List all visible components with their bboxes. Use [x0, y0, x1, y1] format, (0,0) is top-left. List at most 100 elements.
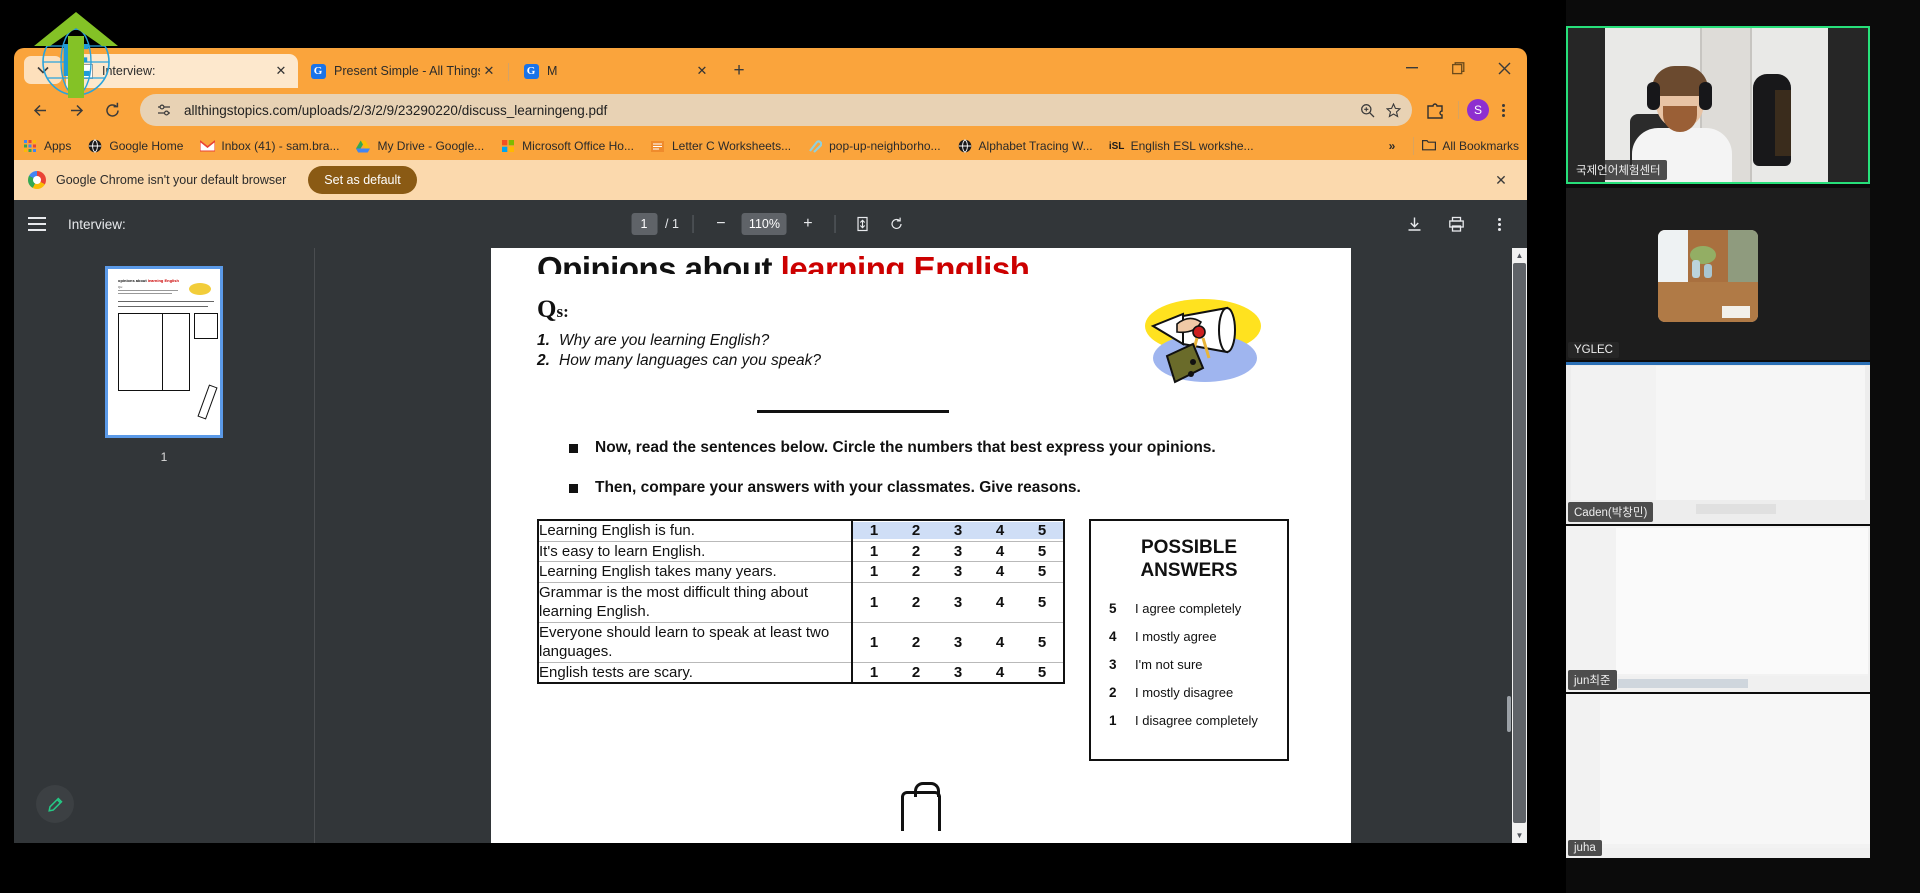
scale-option[interactable]: 3	[937, 594, 979, 611]
scale-cell[interactable]: 1 2 3 4 5	[852, 561, 1064, 583]
scale-option[interactable]: 2	[895, 543, 937, 560]
pencil-icon[interactable]	[36, 785, 74, 823]
pdf-more-button[interactable]	[1485, 210, 1513, 238]
scale-option[interactable]: 1	[853, 664, 895, 681]
pdf-scrollbar[interactable]: ▲ ▼	[1512, 248, 1527, 843]
scale-option[interactable]: 3	[937, 543, 979, 560]
zoom-out-button[interactable]: −	[708, 211, 734, 237]
answer-number: 5	[1109, 600, 1117, 616]
print-icon[interactable]	[1443, 211, 1469, 237]
minimize-button[interactable]	[1389, 50, 1435, 86]
table-row: Learning English is fun. 1 2 3 4 5	[538, 520, 1064, 542]
pane-resize-handle[interactable]	[1507, 696, 1511, 732]
star-icon[interactable]	[1380, 97, 1406, 123]
participant-tile-yglec[interactable]: YGLEC	[1566, 188, 1870, 360]
rotate-icon[interactable]	[884, 211, 910, 237]
scrollbar-thumb[interactable]	[1513, 263, 1526, 823]
scale-option[interactable]: 5	[1021, 563, 1063, 580]
bookmark-apps[interactable]: Apps	[22, 138, 71, 154]
close-icon[interactable]: ✕	[272, 62, 290, 80]
scale-option[interactable]: 2	[895, 594, 937, 611]
download-icon[interactable]	[1401, 211, 1427, 237]
scale-option[interactable]: 5	[1021, 664, 1063, 681]
scale-option[interactable]: 3	[937, 522, 979, 540]
new-tab-button[interactable]: +	[725, 57, 753, 85]
zoom-in-button[interactable]: +	[795, 211, 821, 237]
scale-option[interactable]: 5	[1021, 522, 1063, 540]
scale-option[interactable]: 2	[895, 563, 937, 580]
bookmark-google-home[interactable]: Google Home	[87, 138, 183, 154]
scale-cell[interactable]: 1 2 3 4 5	[852, 582, 1064, 623]
scale-option[interactable]: 1	[853, 563, 895, 580]
zoom-level-value[interactable]: 110%	[741, 213, 787, 235]
reload-button[interactable]	[96, 94, 128, 126]
pdf-thumbnail-pane: opinions about learning English Qs: 1	[14, 248, 314, 843]
statement-cell: Learning English is fun.	[538, 520, 853, 542]
tab-m[interactable]: G M ✕	[511, 54, 719, 88]
scale-option[interactable]: 4	[979, 563, 1021, 580]
scale-cell[interactable]: 1 2 3 4 5	[852, 541, 1064, 562]
scale-option[interactable]: 1	[853, 594, 895, 611]
scale-option[interactable]: 4	[979, 664, 1021, 681]
survey-table: Learning English is fun. 1 2 3 4 5 It's …	[537, 519, 1065, 684]
search-plus-icon[interactable]	[1354, 97, 1380, 123]
close-icon[interactable]: ✕	[1489, 168, 1513, 192]
address-bar[interactable]: allthingstopics.com/uploads/2/3/2/9/2329…	[140, 94, 1412, 126]
scroll-down-arrow[interactable]: ▼	[1512, 828, 1527, 843]
scale-option[interactable]: 5	[1021, 594, 1063, 611]
bookmarks-overflow-button[interactable]: »	[1389, 139, 1396, 153]
scale-option[interactable]: 5	[1021, 634, 1063, 651]
pdf-page-pane[interactable]: Opinions about learning English Qs: 1. Wh…	[315, 248, 1527, 843]
participant-tile-jun[interactable]: jun최준	[1566, 526, 1870, 692]
tab-present-simple[interactable]: G Present Simple - All Things Gra ✕	[298, 54, 506, 88]
bookmark-microsoft-office[interactable]: Microsoft Office Ho...	[500, 138, 634, 154]
hamburger-icon[interactable]	[28, 211, 54, 237]
scale-option[interactable]: 4	[979, 522, 1021, 540]
bookmark-label: English ESL workshe...	[1130, 139, 1254, 153]
browser-menu-button[interactable]	[1489, 96, 1517, 124]
scale-option[interactable]: 5	[1021, 543, 1063, 560]
scale-cell[interactable]: 1 2 3 4 5	[852, 622, 1064, 663]
puzzle-icon[interactable]	[1420, 95, 1450, 125]
set-as-default-button[interactable]: Set as default	[308, 166, 417, 194]
scale-option[interactable]: 1	[853, 522, 895, 540]
bookmark-pop-up-neighborhood[interactable]: pop-up-neighborho...	[807, 138, 941, 154]
scale-cell[interactable]: 1 2 3 4 5	[852, 662, 1064, 683]
scale-option[interactable]: 4	[979, 594, 1021, 611]
close-icon[interactable]: ✕	[480, 62, 498, 80]
forward-button[interactable]	[60, 94, 92, 126]
avatar[interactable]: S	[1467, 99, 1489, 121]
scale-option[interactable]: 4	[979, 543, 1021, 560]
page-number-input[interactable]: 1	[631, 213, 658, 235]
clip-icon	[807, 138, 823, 154]
bookmark-letter-c-worksheets[interactable]: Letter C Worksheets...	[650, 138, 791, 154]
scale-option[interactable]: 3	[937, 634, 979, 651]
divider	[1413, 137, 1415, 155]
bookmark-alphabet-tracing[interactable]: Alphabet Tracing W...	[957, 138, 1093, 154]
scale-option[interactable]: 1	[853, 634, 895, 651]
scale-option[interactable]: 3	[937, 563, 979, 580]
all-bookmarks-label[interactable]: All Bookmarks	[1442, 139, 1519, 153]
close-button[interactable]	[1481, 50, 1527, 86]
scale-cell[interactable]: 1 2 3 4 5	[852, 520, 1064, 542]
scale-option[interactable]: 4	[979, 634, 1021, 651]
scroll-up-arrow[interactable]: ▲	[1512, 248, 1527, 263]
bookmark-my-drive[interactable]: My Drive - Google...	[355, 138, 484, 154]
maximize-button[interactable]	[1435, 50, 1481, 86]
fit-page-icon[interactable]	[850, 211, 876, 237]
scale-option[interactable]: 2	[895, 664, 937, 681]
participant-tile-active[interactable]: 국제언어체험센터	[1566, 26, 1870, 184]
pdf-thumbnail-page-1[interactable]: opinions about learning English Qs:	[105, 266, 223, 438]
scale-option[interactable]: 1	[853, 543, 895, 560]
scale-option[interactable]: 3	[937, 664, 979, 681]
scale-option[interactable]: 2	[895, 522, 937, 540]
answer-number: 3	[1109, 656, 1117, 672]
bookmark-english-esl[interactable]: iSL English ESL workshe...	[1109, 138, 1254, 154]
scale-option[interactable]: 2	[895, 634, 937, 651]
participant-tile-juha[interactable]: juha	[1566, 694, 1870, 858]
close-icon[interactable]: ✕	[693, 62, 711, 80]
back-button[interactable]	[24, 94, 56, 126]
bookmark-inbox[interactable]: Inbox (41) - sam.bra...	[199, 138, 339, 154]
participant-tile-caden[interactable]: Caden(박창민)	[1566, 362, 1870, 524]
site-settings-icon[interactable]	[154, 101, 174, 119]
